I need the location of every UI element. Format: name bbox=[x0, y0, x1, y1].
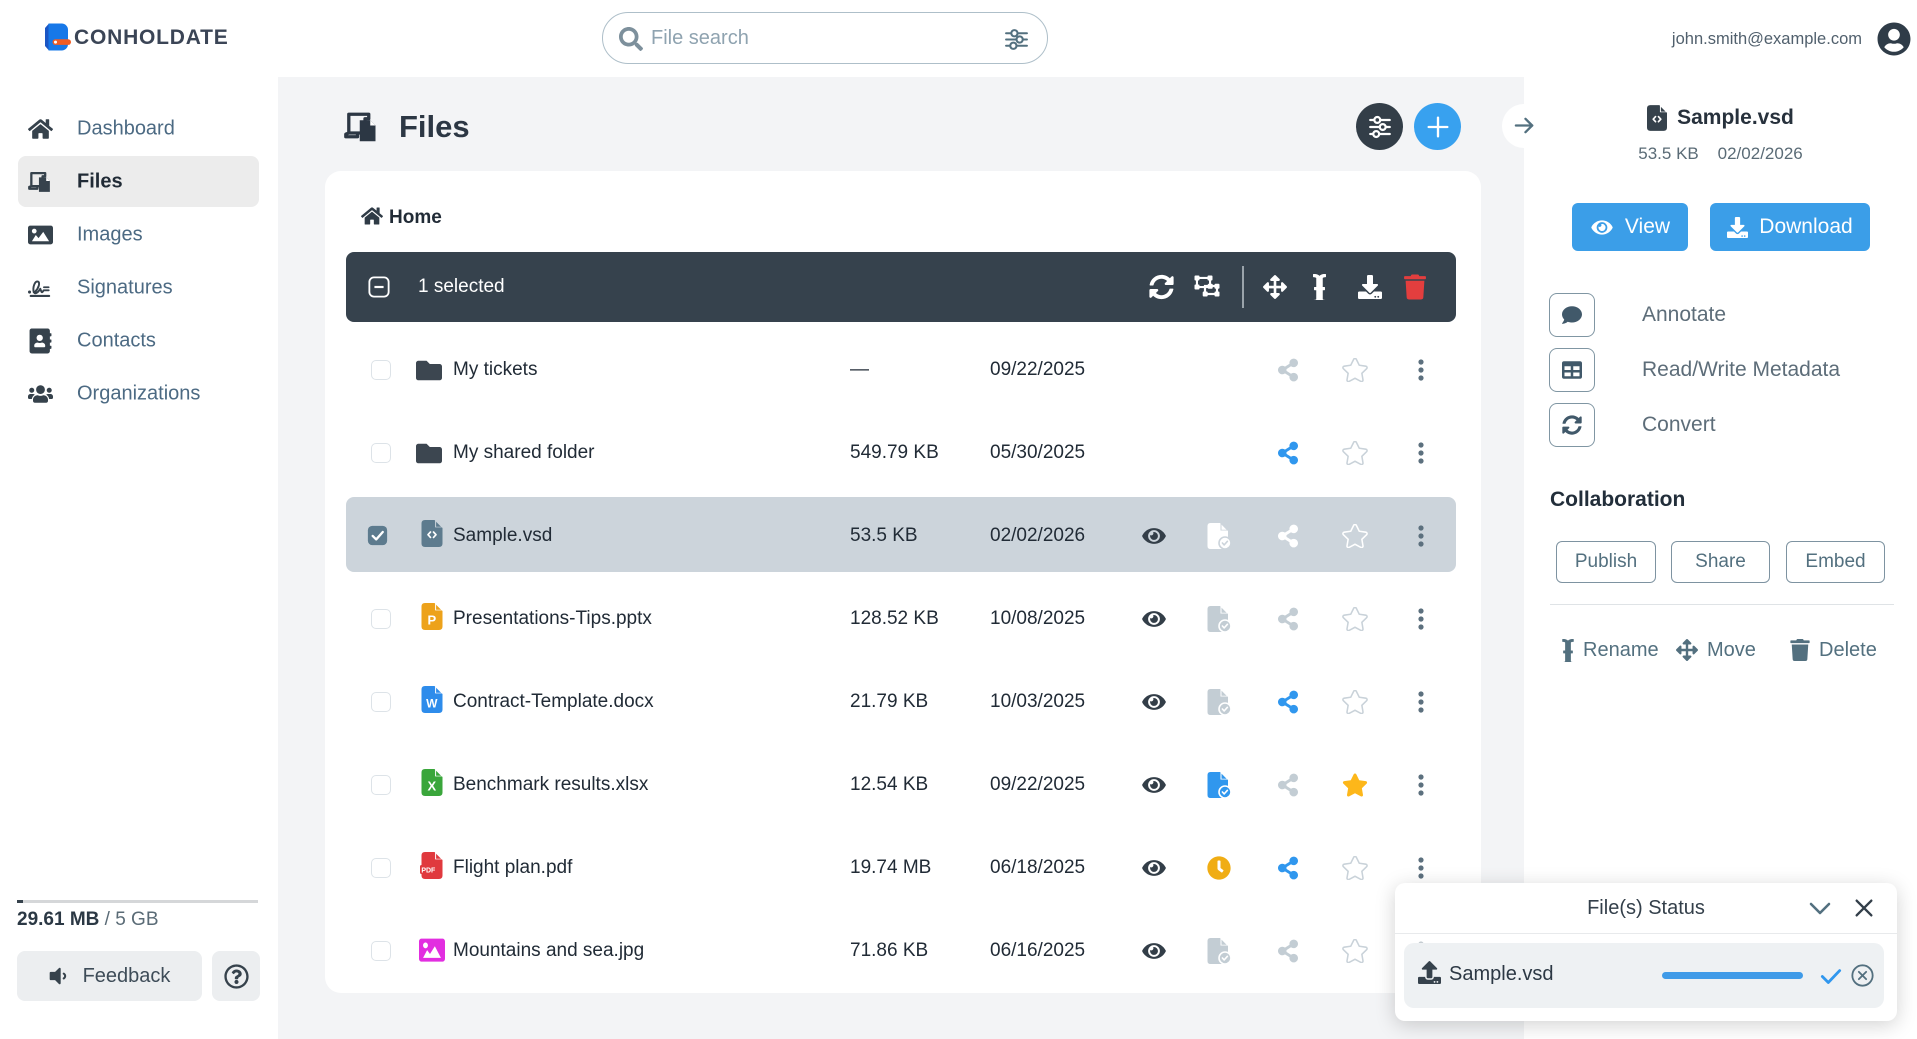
svg-text:W: W bbox=[426, 697, 438, 711]
svg-text:X: X bbox=[428, 779, 437, 794]
svg-text:PDF: PDF bbox=[421, 867, 436, 874]
svg-text:P: P bbox=[428, 613, 437, 628]
